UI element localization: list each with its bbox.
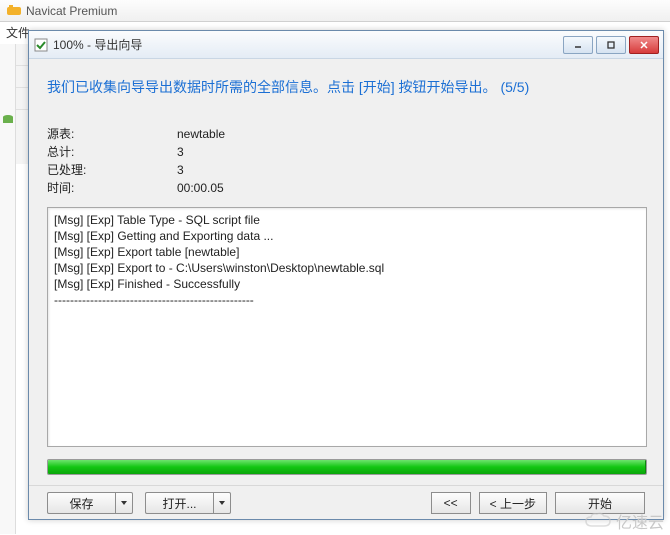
save-button[interactable]: 保存 — [47, 492, 115, 514]
sidebar-stub — [0, 44, 16, 534]
export-wizard-dialog: 100% - 导出向导 我们已收集向导导出数据时所需的全部信息。点击 [开始] … — [28, 30, 664, 520]
minimize-button[interactable] — [563, 36, 593, 54]
first-button[interactable]: << — [431, 492, 471, 514]
summary-grid: 源表:newtable 总计:3 已处理:3 时间:00:00.05 — [47, 125, 645, 197]
total-label: 总计: — [47, 143, 177, 161]
db-icon — [2, 114, 14, 126]
open-dropdown-caret[interactable] — [213, 492, 231, 514]
processed-label: 已处理: — [47, 161, 177, 179]
time-label: 时间: — [47, 179, 177, 197]
processed-value: 3 — [177, 161, 184, 179]
log-line: [Msg] [Exp] Export table [newtable] — [54, 244, 640, 260]
app-icon — [6, 3, 22, 19]
wizard-icon — [33, 37, 49, 53]
dialog-footer: 保存 打开... << < 上一步 开始 — [29, 485, 663, 524]
total-value: 3 — [177, 143, 184, 161]
time-value: 00:00.05 — [177, 179, 224, 197]
log-line: [Msg] [Exp] Getting and Exporting data .… — [54, 228, 640, 244]
parent-title: Navicat Premium — [26, 4, 117, 18]
save-split-button[interactable]: 保存 — [47, 492, 133, 514]
cloud-icon — [584, 512, 612, 530]
watermark: 亿速云 — [584, 509, 664, 533]
log-line: [Msg] [Exp] Table Type - SQL script file — [54, 212, 640, 228]
dialog-titlebar: 100% - 导出向导 — [29, 31, 663, 59]
log-output[interactable]: [Msg] [Exp] Table Type - SQL script file… — [47, 207, 647, 447]
source-label: 源表: — [47, 125, 177, 143]
progress-bar — [47, 459, 647, 475]
open-button[interactable]: 打开... — [145, 492, 213, 514]
maximize-button[interactable] — [596, 36, 626, 54]
parent-titlebar: Navicat Premium — [0, 0, 670, 22]
open-split-button[interactable]: 打开... — [145, 492, 231, 514]
log-line: ----------------------------------------… — [54, 292, 640, 308]
save-dropdown-caret[interactable] — [115, 492, 133, 514]
wizard-heading: 我们已收集向导导出数据时所需的全部信息。点击 [开始] 按钮开始导出。 (5/5… — [47, 77, 645, 97]
source-value: newtable — [177, 125, 225, 143]
back-button[interactable]: < 上一步 — [479, 492, 547, 514]
dialog-title: 100% - 导出向导 — [53, 36, 563, 53]
progress-fill — [48, 460, 646, 474]
close-button[interactable] — [629, 36, 659, 54]
log-line: [Msg] [Exp] Export to - C:\Users\winston… — [54, 260, 640, 276]
log-line: [Msg] [Exp] Finished - Successfully — [54, 276, 640, 292]
